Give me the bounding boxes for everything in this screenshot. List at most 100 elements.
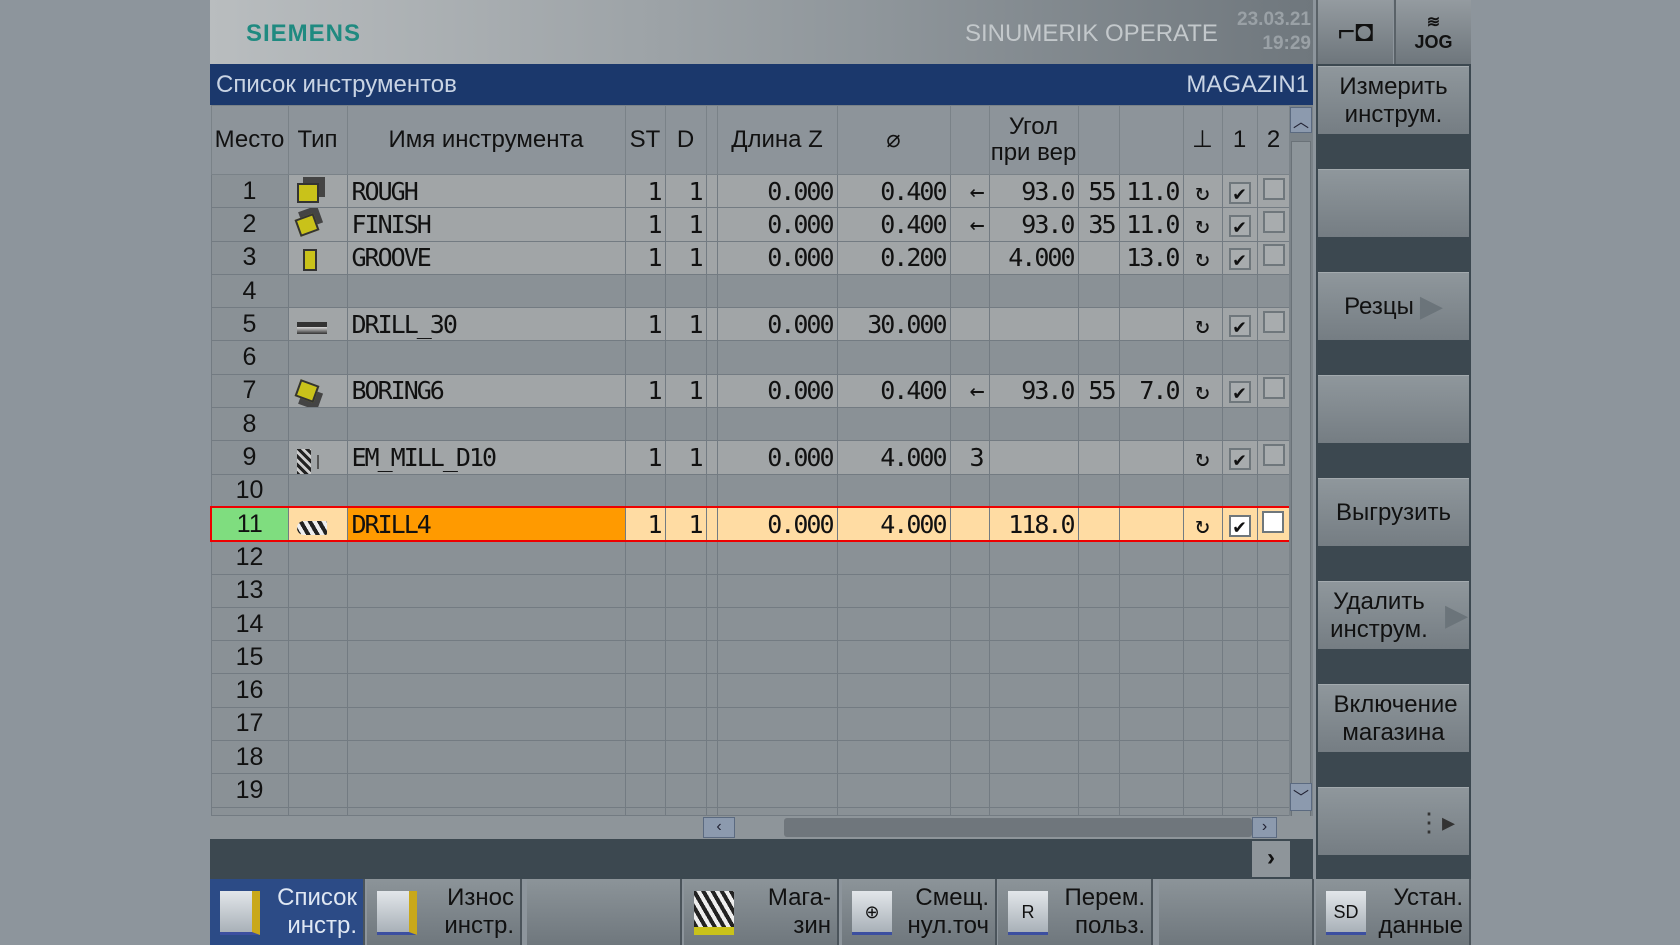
coolant-2-checkbox[interactable] [1262, 310, 1285, 333]
d-cell[interactable]: 1 [664, 373, 707, 409]
diameter-cell[interactable] [836, 740, 951, 775]
length-cell[interactable] [1118, 640, 1184, 675]
tip-angle-cell[interactable] [988, 706, 1079, 742]
coolant-2-checkbox-cell[interactable] [1256, 240, 1291, 275]
table-row[interactable]: 14 [210, 606, 1291, 642]
place-cell[interactable]: 6 [210, 340, 289, 375]
coolant-2-checkbox[interactable] [1262, 210, 1285, 233]
orientation-cell[interactable] [949, 606, 990, 642]
orientation-cell[interactable]: 3 [949, 440, 990, 475]
softkey-bottom-7[interactable] [1159, 879, 1314, 945]
coolant-1-checkbox-cell[interactable] [1221, 540, 1258, 575]
spindle-direction-cell[interactable] [1182, 673, 1223, 708]
coolant-2-checkbox-cell[interactable] [1256, 706, 1291, 742]
length-cell[interactable]: 11.0 [1118, 207, 1184, 242]
tip-angle-cell[interactable] [988, 440, 1079, 475]
vertical-scroll-thumb[interactable] [1291, 141, 1311, 831]
st-cell[interactable] [624, 606, 666, 642]
orientation-cell[interactable] [949, 240, 990, 275]
spindle-direction-cell[interactable]: ↻ [1182, 307, 1223, 342]
length-z-cell[interactable] [716, 473, 838, 508]
plate-angle-cell[interactable] [1077, 440, 1120, 475]
tip-angle-cell[interactable] [988, 307, 1079, 342]
tip-angle-cell[interactable] [988, 473, 1079, 508]
diameter-cell[interactable]: 4.000 [836, 440, 951, 475]
tool-name-cell[interactable]: ROUGH [346, 173, 626, 209]
type-cell[interactable] [287, 373, 348, 409]
tool-name-cell[interactable]: DRILL_30 [346, 307, 626, 342]
spacer-cell[interactable] [705, 673, 718, 708]
st-cell[interactable] [624, 340, 666, 375]
coolant-1-checkbox-cell[interactable] [1221, 173, 1258, 209]
next-arrow-button[interactable]: › [1252, 841, 1290, 877]
type-cell[interactable] [287, 673, 348, 708]
place-cell[interactable]: 3 [210, 240, 289, 275]
st-cell[interactable] [624, 540, 666, 575]
orientation-cell[interactable] [949, 473, 990, 508]
st-cell[interactable]: 1 [624, 440, 666, 475]
spacer-cell[interactable] [705, 307, 718, 342]
orientation-cell[interactable]: ← [949, 373, 990, 409]
diameter-cell[interactable] [836, 273, 951, 309]
orientation-cell[interactable] [949, 307, 990, 342]
spindle-direction-cell[interactable] [1182, 407, 1223, 442]
diameter-cell[interactable]: 0.400 [836, 373, 951, 409]
place-cell[interactable]: 4 [210, 273, 289, 309]
table-row[interactable]: 12 [210, 540, 1291, 575]
length-z-cell[interactable] [716, 740, 838, 775]
place-cell[interactable] [210, 806, 289, 816]
spindle-direction-cell[interactable] [1182, 606, 1223, 642]
table-row[interactable]: 4 [210, 273, 1291, 309]
plate-angle-cell[interactable] [1077, 307, 1120, 342]
place-cell[interactable]: 18 [210, 740, 289, 775]
plate-angle-cell[interactable] [1077, 506, 1120, 542]
tool-name-cell[interactable] [346, 606, 626, 642]
softkey-right-4[interactable] [1318, 375, 1469, 443]
length-z-cell[interactable] [716, 573, 838, 608]
coolant-1-checkbox-cell[interactable] [1221, 273, 1258, 309]
softkey-right-1[interactable]: Измерить инструм. [1318, 66, 1469, 134]
d-cell[interactable]: 1 [664, 173, 707, 209]
plate-angle-cell[interactable] [1077, 673, 1120, 708]
table-row[interactable]: 3 GROOVE 1 1 0.000 0.200 4.000 13.0 ↻ [210, 240, 1291, 275]
type-cell[interactable] [287, 473, 348, 508]
place-cell[interactable]: 10 [210, 473, 289, 508]
coolant-1-checkbox[interactable] [1228, 514, 1251, 537]
spindle-direction-cell[interactable]: ↻ [1182, 373, 1223, 409]
st-cell[interactable] [624, 407, 666, 442]
orientation-cell[interactable] [949, 407, 990, 442]
diameter-cell[interactable]: 0.200 [836, 240, 951, 275]
spacer-cell[interactable] [705, 573, 718, 608]
orientation-cell[interactable] [949, 506, 990, 542]
coolant-2-checkbox-cell[interactable] [1256, 773, 1291, 808]
st-cell[interactable]: 1 [624, 207, 666, 242]
coolant-1-checkbox[interactable] [1228, 314, 1251, 337]
table-row[interactable]: 11 DRILL4 1 1 0.000 4.000 118.0 ↻ [210, 506, 1291, 542]
place-cell[interactable]: 5 [210, 307, 289, 342]
length-z-cell[interactable] [716, 806, 838, 816]
place-cell[interactable]: 14 [210, 606, 289, 642]
softkey-bottom-3[interactable] [527, 879, 682, 945]
d-cell[interactable] [664, 640, 707, 675]
type-cell[interactable] [287, 173, 348, 209]
place-cell[interactable]: 19 [210, 773, 289, 808]
spindle-direction-cell[interactable] [1182, 573, 1223, 608]
d-cell[interactable] [664, 806, 707, 816]
length-cell[interactable] [1118, 273, 1184, 309]
coolant-1-checkbox-cell[interactable] [1221, 207, 1258, 242]
coolant-1-checkbox-cell[interactable] [1221, 407, 1258, 442]
tool-name-cell[interactable] [346, 573, 626, 608]
coolant-1-checkbox-cell[interactable] [1221, 640, 1258, 675]
spacer-cell[interactable] [705, 440, 718, 475]
tool-name-cell[interactable]: DRILL4 [346, 506, 626, 542]
place-cell[interactable]: 9 [210, 440, 289, 475]
coolant-2-checkbox-cell[interactable] [1256, 640, 1291, 675]
orientation-cell[interactable] [949, 640, 990, 675]
tool-name-cell[interactable]: GROOVE [346, 240, 626, 275]
plate-angle-cell[interactable] [1077, 473, 1120, 508]
tool-name-cell[interactable]: EM_MILL_D10 [346, 440, 626, 475]
length-cell[interactable] [1118, 407, 1184, 442]
plate-angle-cell[interactable] [1077, 240, 1120, 275]
diameter-cell[interactable] [836, 773, 951, 808]
orientation-cell[interactable]: ← [949, 207, 990, 242]
